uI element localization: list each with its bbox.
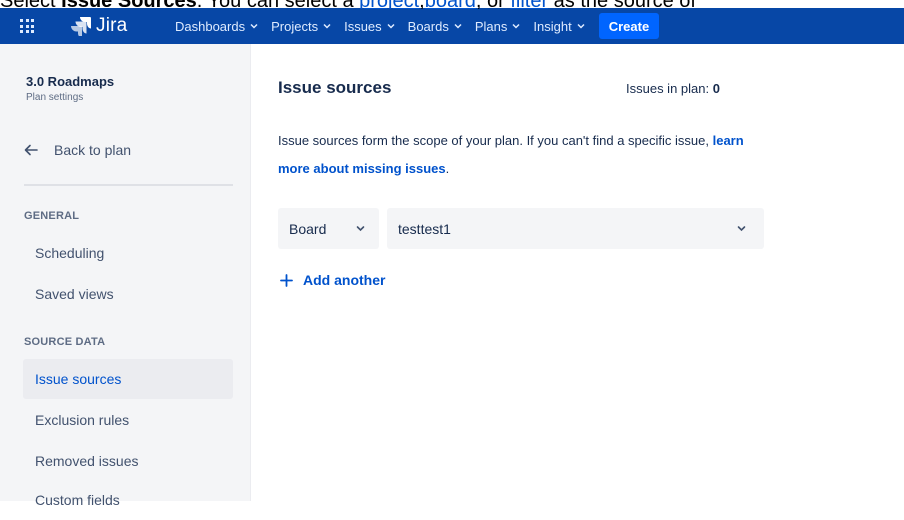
instruction-tail: as the source of bbox=[548, 0, 696, 9]
nav-menu: Dashboards Projects Issues Boards Plans … bbox=[175, 8, 660, 44]
plan-subtitle: Plan settings bbox=[26, 92, 84, 103]
general-heading: GENERAL bbox=[24, 210, 80, 222]
instruction-or: , or bbox=[476, 0, 510, 9]
sidebar-item-label: Removed issues bbox=[35, 453, 139, 469]
sidebar-item-saved-views[interactable]: Saved views bbox=[23, 274, 233, 314]
top-navbar: Jira Dashboards Projects Issues Boards P… bbox=[0, 8, 904, 44]
chevron-down-icon bbox=[737, 226, 746, 232]
chevron-down-icon bbox=[577, 23, 585, 29]
issues-in-plan: Issues in plan: 0 bbox=[626, 81, 720, 96]
chevron-down-icon bbox=[323, 23, 331, 29]
instruction-text: Select Issue Sources. You can select a p… bbox=[0, 0, 904, 9]
nav-dashboards-label: Dashboards bbox=[175, 18, 246, 34]
nav-boards[interactable]: Boards bbox=[408, 19, 462, 34]
sidebar-item-label: Exclusion rules bbox=[35, 412, 130, 428]
instruction-lead: Select bbox=[0, 0, 61, 9]
arrow-left-icon bbox=[24, 144, 38, 156]
plan-title: 3.0 Roadmaps bbox=[26, 74, 115, 89]
jira-logo[interactable]: Jira bbox=[70, 15, 127, 37]
instruction-bold: Issue Sources bbox=[61, 0, 197, 9]
sidebar-item-custom-fields[interactable]: Custom fields bbox=[23, 480, 233, 520]
sidebar-item-label: Scheduling bbox=[35, 245, 105, 261]
chevron-down-icon bbox=[387, 23, 395, 29]
back-to-plan-label: Back to plan bbox=[54, 142, 132, 158]
source-data-heading: SOURCE DATA bbox=[24, 336, 106, 348]
chevron-down-icon bbox=[512, 23, 520, 29]
nav-insight[interactable]: Insight bbox=[533, 18, 585, 34]
sidebar-item-scheduling[interactable]: Scheduling bbox=[23, 233, 233, 273]
create-button[interactable]: Create bbox=[598, 13, 660, 39]
board-link[interactable]: board bbox=[425, 0, 476, 9]
nav-projects-label: Projects bbox=[271, 18, 319, 34]
settings-sidebar: 3.0 Roadmaps Plan settings Back to plan … bbox=[0, 44, 251, 508]
jira-logo-icon bbox=[71, 17, 91, 36]
sidebar-item-exclusion-rules[interactable]: Exclusion rules bbox=[23, 400, 233, 440]
sidebar-item-removed-issues[interactable]: Removed issues bbox=[23, 441, 233, 481]
description-end: . bbox=[445, 161, 450, 176]
description-text: Issue sources form the scope of your pla… bbox=[278, 133, 709, 148]
add-another-label: Add another bbox=[303, 272, 386, 288]
issues-in-plan-count: 0 bbox=[712, 81, 720, 96]
sidebar-item-label: Saved views bbox=[35, 286, 114, 302]
nav-plans[interactable]: Plans bbox=[475, 19, 521, 34]
nav-plans-label: Plans bbox=[474, 18, 508, 34]
page-title: Issue sources bbox=[278, 78, 392, 97]
jira-logo-text: Jira bbox=[96, 15, 128, 36]
nav-issues[interactable]: Issues bbox=[344, 19, 395, 34]
description: Issue sources form the scope of your pla… bbox=[278, 127, 758, 183]
issues-in-plan-label: Issues in plan: bbox=[626, 81, 710, 96]
nav-dashboards[interactable]: Dashboards bbox=[175, 19, 258, 34]
app-switcher-icon[interactable] bbox=[20, 19, 34, 33]
plus-icon bbox=[280, 273, 293, 287]
nav-issues-label: Issues bbox=[344, 18, 382, 34]
source-type-value: Board bbox=[289, 220, 327, 237]
sidebar-divider bbox=[24, 184, 233, 186]
chevron-down-icon bbox=[356, 226, 365, 232]
source-value-text: testtest1 bbox=[398, 220, 451, 237]
filter-link[interactable]: filter bbox=[510, 0, 548, 9]
sidebar-item-label: Issue sources bbox=[35, 371, 122, 387]
sidebar-item-label: Custom fields bbox=[35, 492, 120, 508]
nav-insight-label: Insight bbox=[533, 18, 572, 34]
sidebar-item-issue-sources[interactable]: Issue sources bbox=[23, 359, 233, 399]
source-value-select[interactable]: testtest1 bbox=[387, 208, 764, 249]
add-another-button[interactable]: Add another bbox=[280, 272, 385, 288]
nav-boards-label: Boards bbox=[407, 18, 449, 34]
nav-projects[interactable]: Projects bbox=[271, 19, 331, 34]
source-type-select[interactable]: Board bbox=[278, 208, 379, 249]
back-to-plan-link[interactable]: Back to plan bbox=[24, 142, 131, 158]
chevron-down-icon bbox=[250, 23, 258, 29]
chevron-down-icon bbox=[454, 23, 462, 29]
project-link[interactable]: project bbox=[359, 0, 419, 9]
instruction-middle: . You can select a bbox=[197, 0, 359, 9]
